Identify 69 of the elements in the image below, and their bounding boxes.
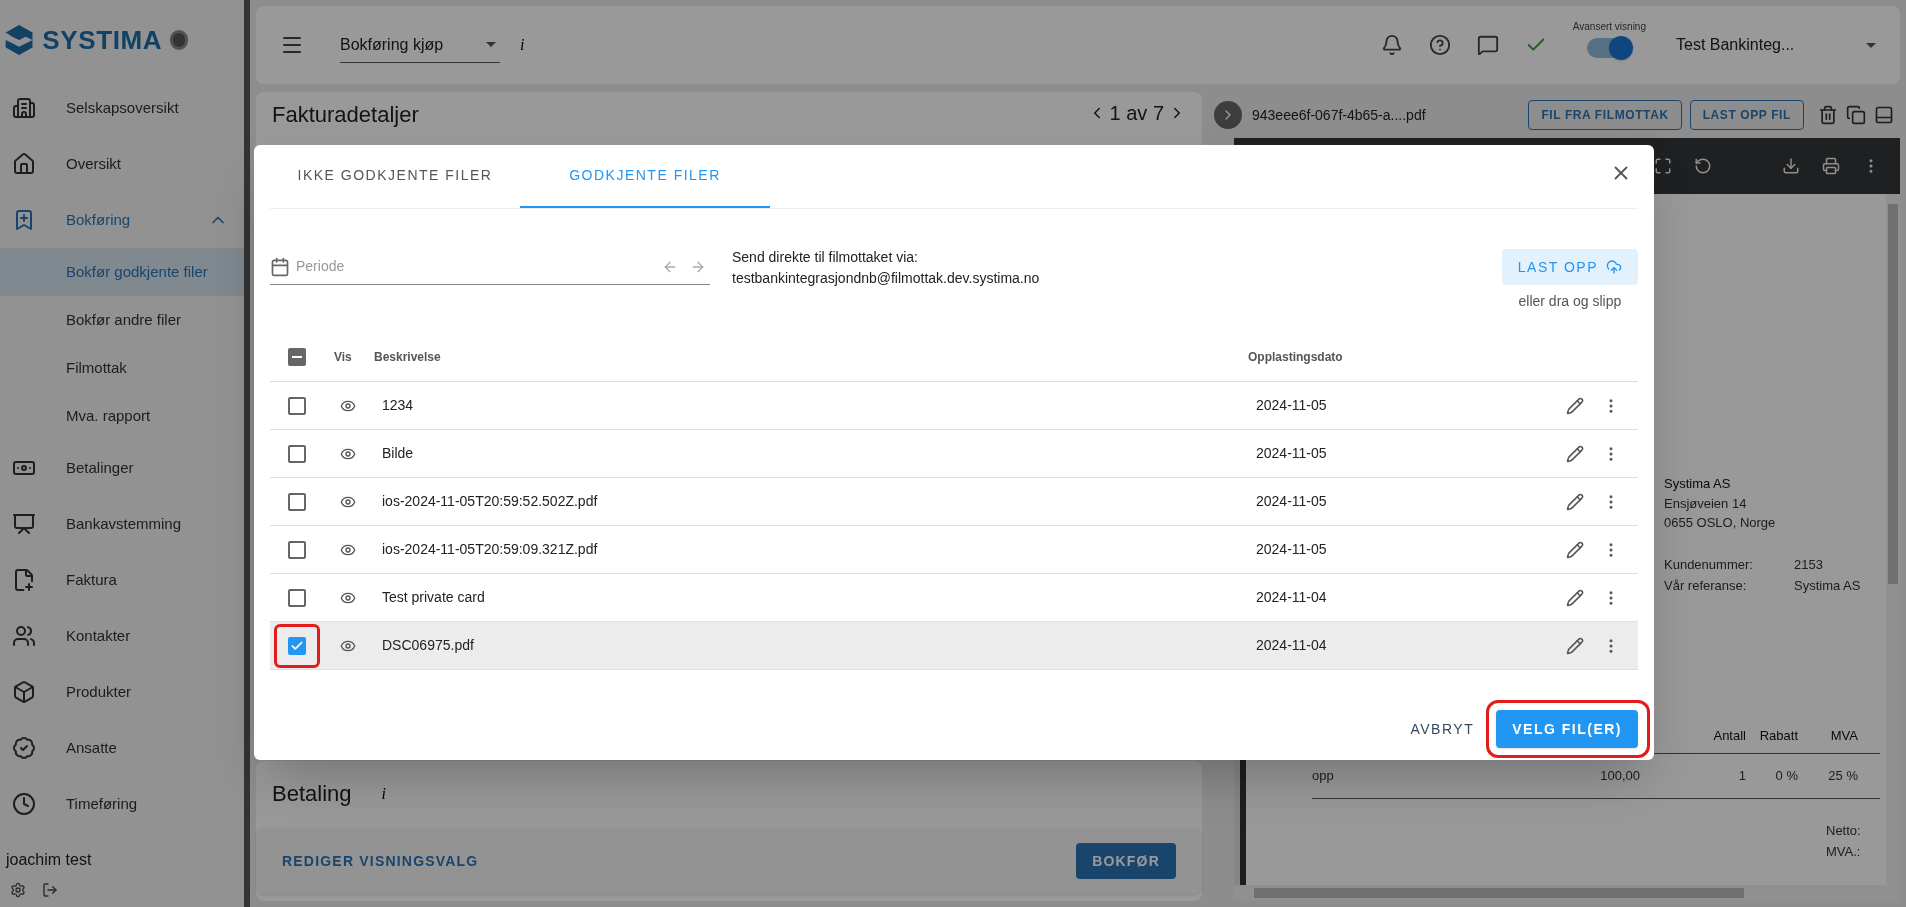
dialog-tab[interactable]: GODKJENTE FILER — [520, 144, 770, 208]
sidebar-item[interactable]: Betalinger — [0, 440, 244, 496]
sender-name: Systima AS — [1664, 475, 1732, 493]
address-line: Ensjøveien 14 — [1664, 494, 1748, 513]
table-cell-text: ios-2024-11-05T20:59:09.321Z.pdf — [382, 540, 599, 559]
pager-text: 1 av 7 — [1109, 101, 1164, 126]
field-value: Systima AS — [1794, 577, 1861, 595]
column-header: MVA — [1830, 727, 1858, 743]
table-cell-text: DSC06975.pdf — [382, 636, 475, 655]
table-cell-text: 25 % — [1827, 767, 1858, 785]
sidebar-item[interactable]: Timeføring — [0, 776, 244, 832]
outline-button[interactable]: FIL FRA FILMOTTAK — [1528, 100, 1682, 130]
sidebar-item[interactable]: Kontakter — [0, 608, 244, 664]
sidebar-item[interactable]: Oversikt — [0, 136, 244, 192]
sidebar-subitem[interactable]: Filmottak — [0, 344, 244, 392]
file-name: 943eee6f-067f-4b65-a....pdf — [1252, 105, 1426, 125]
sidebar-item[interactable]: Ansatte — [0, 720, 244, 776]
post-button[interactable]: BOKFØR — [1076, 843, 1176, 879]
info-mark[interactable]: i — [520, 33, 525, 57]
table-cell-text: 2024-11-04 — [1256, 636, 1328, 655]
table-cell-text: 0 % — [1774, 767, 1798, 785]
company-select[interactable]: Test Bankinteg... — [1676, 33, 1876, 57]
table-cell-text: 1234 — [382, 396, 415, 415]
address-line: 0655 OSLO, Norge — [1664, 514, 1777, 532]
field-label: Vår referanse: — [1664, 577, 1748, 595]
sidebar-item[interactable]: Bokføring — [0, 192, 244, 248]
table-cell-text: 100,00 — [1599, 767, 1640, 785]
table-cell-text: 2024-11-05 — [1256, 396, 1328, 415]
cancel-button[interactable]: AVBRYT — [1402, 711, 1483, 747]
dialog-tab[interactable]: IKKE GODKJENTE FILER — [270, 144, 520, 208]
total-label: MVA.: — [1826, 843, 1862, 861]
user-name: joachim test — [4, 850, 93, 870]
column-header: Opplastingsdato — [1248, 348, 1343, 366]
table-cell-text: 1 — [1737, 767, 1746, 785]
table-cell-text: 2024-11-05 — [1256, 444, 1328, 463]
sidebar-subitem[interactable]: Mva. rapport — [0, 392, 244, 440]
total-label: Netto: — [1826, 821, 1862, 840]
column-header: Beskrivelse — [374, 348, 442, 366]
sidebar-item[interactable]: Bankavstemming — [0, 496, 244, 552]
sidebar-subitem[interactable]: Bokfør godkjente filer — [0, 248, 244, 296]
table-cell-text: Test private card — [382, 588, 486, 607]
page-select[interactable]: Bokføring kjøp — [340, 27, 500, 63]
column-header: Antall — [1713, 727, 1746, 743]
column-header: Rabatt — [1759, 727, 1798, 743]
info-text: Send direkte til filmottaket via: — [732, 248, 919, 267]
confirm-button[interactable]: VELG FIL(ER) — [1496, 710, 1638, 748]
info-text: testbankintegrasjondnb@filmottak.dev.systima.no — [732, 269, 1040, 288]
drop-hint: eller dra og slipp — [1518, 292, 1622, 311]
sidebar-item[interactable]: Produkter — [0, 664, 244, 720]
sidebar-subitem[interactable]: Bokfør andre filer — [0, 296, 244, 344]
info-mark[interactable]: i — [381, 781, 386, 806]
table-cell-text: ios-2024-11-05T20:59:52.502Z.pdf — [382, 492, 599, 511]
logo-text: SYSTIMA — [42, 23, 163, 57]
sidebar-item[interactable]: Selskapsoversikt — [0, 80, 244, 136]
file-row[interactable]: DSC06975.pdf 2024-11-04 — [270, 622, 1638, 670]
card-title: Fakturadetaljer — [272, 101, 419, 129]
field-value: 2153 — [1794, 555, 1823, 574]
card-title: Betaling — [272, 780, 352, 808]
sidebar-item[interactable]: Faktura — [0, 552, 244, 608]
table-cell-text: 2024-11-05 — [1256, 540, 1328, 559]
table-cell-text: opp — [1312, 767, 1335, 785]
edit-view-link[interactable]: REDIGER VISNINGSVALG — [282, 850, 479, 872]
table-cell-text: 2024-11-05 — [1256, 492, 1328, 511]
outline-button[interactable]: LAST OPP FIL — [1689, 100, 1804, 130]
table-cell-text: 2024-11-04 — [1256, 588, 1328, 607]
field-label: Kundenummer: — [1664, 555, 1754, 574]
table-cell-text: Bilde — [382, 444, 415, 463]
toggle-label: Avansert visning — [1572, 19, 1646, 34]
column-header: Vis — [334, 348, 353, 366]
